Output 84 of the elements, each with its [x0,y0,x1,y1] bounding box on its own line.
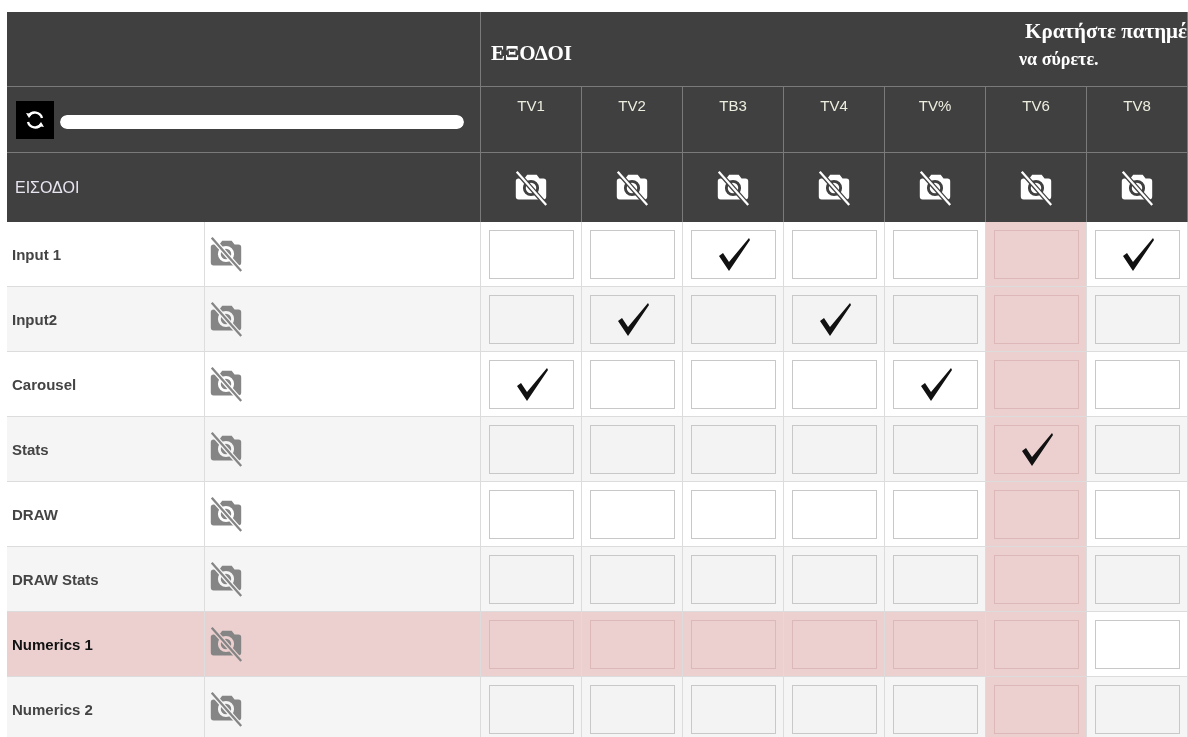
checkbox[interactable] [690,489,776,539]
input-label: Numerics 1 [12,635,93,653]
checkbox[interactable] [892,424,978,474]
input-label: Carousel [12,375,77,393]
checkbox[interactable] [589,619,675,669]
checkbox[interactable] [488,424,574,474]
camera-off-icon [916,168,954,207]
outputs-heading: ΕΞΟΔΟΙ [491,40,573,66]
checkbox[interactable] [993,684,1079,734]
checkbox[interactable] [690,229,776,279]
input-label: Stats [12,440,49,458]
checkbox[interactable] [589,229,675,279]
checkbox[interactable] [791,554,877,604]
checkbox[interactable] [1094,359,1180,409]
hint-text: να σύρετε. [1019,48,1099,71]
inputs-heading: ΕΙΣΟΔΟΙ [15,178,80,197]
checkbox[interactable] [488,684,574,734]
checkbox[interactable] [488,359,574,409]
checkbox[interactable] [892,489,978,539]
column-header: TV8 [1087,87,1188,153]
checkbox[interactable] [589,359,675,409]
slider[interactable] [60,115,464,129]
checkbox[interactable] [589,294,675,344]
checkbox[interactable] [892,359,978,409]
input-label: Numerics 2 [12,700,93,718]
column-header: TV% [885,87,986,153]
checkbox[interactable] [690,359,776,409]
checkbox[interactable] [791,359,877,409]
checkbox[interactable] [1094,619,1180,669]
checkbox[interactable] [791,424,877,474]
checkbox[interactable] [993,619,1079,669]
checkbox[interactable] [993,229,1079,279]
camera-off-icon [613,168,651,207]
camera-off-icon [714,168,752,207]
checkbox[interactable] [690,294,776,344]
hint-text: Κρατήστε πατημέ [1025,18,1187,45]
checkbox[interactable] [690,684,776,734]
input-label: DRAW [12,505,58,523]
checkbox[interactable] [488,229,574,279]
column-header: TV1 [481,87,582,153]
camera-off-icon [815,168,853,207]
input-label: DRAW Stats [12,570,99,588]
checkbox[interactable] [690,554,776,604]
checkbox[interactable] [1094,294,1180,344]
column-header: TV2 [582,87,683,153]
checkbox[interactable] [488,489,574,539]
camera-off-icon [1118,168,1156,207]
camera-off-icon [512,168,550,207]
checkbox[interactable] [589,554,675,604]
checkbox[interactable] [993,294,1079,344]
checkbox[interactable] [791,229,877,279]
checkbox[interactable] [1094,424,1180,474]
checkbox[interactable] [1094,229,1180,279]
column-header: TV4 [784,87,885,153]
checkbox[interactable] [892,554,978,604]
checkbox[interactable] [892,294,978,344]
checkbox[interactable] [791,489,877,539]
checkbox[interactable] [993,489,1079,539]
checkbox[interactable] [589,424,675,474]
checkbox[interactable] [993,359,1079,409]
checkbox[interactable] [589,489,675,539]
checkbox[interactable] [791,684,877,734]
column-header: TB3 [683,87,784,153]
checkbox[interactable] [791,619,877,669]
column-header: TV6 [986,87,1087,153]
input-label: Input2 [12,310,57,328]
camera-off-icon [1017,168,1055,207]
checkbox[interactable] [993,424,1079,474]
checkbox[interactable] [1094,684,1180,734]
checkbox[interactable] [993,554,1079,604]
checkbox[interactable] [892,684,978,734]
checkbox[interactable] [690,619,776,669]
input-label: Input 1 [12,245,62,263]
checkbox[interactable] [1094,489,1180,539]
checkbox[interactable] [1094,554,1180,604]
checkbox[interactable] [791,294,877,344]
checkbox[interactable] [690,424,776,474]
checkbox[interactable] [892,619,978,669]
checkbox[interactable] [488,554,574,604]
checkbox[interactable] [488,294,574,344]
checkbox[interactable] [488,619,574,669]
checkbox[interactable] [892,229,978,279]
refresh-button[interactable] [16,100,54,139]
checkbox[interactable] [589,684,675,734]
